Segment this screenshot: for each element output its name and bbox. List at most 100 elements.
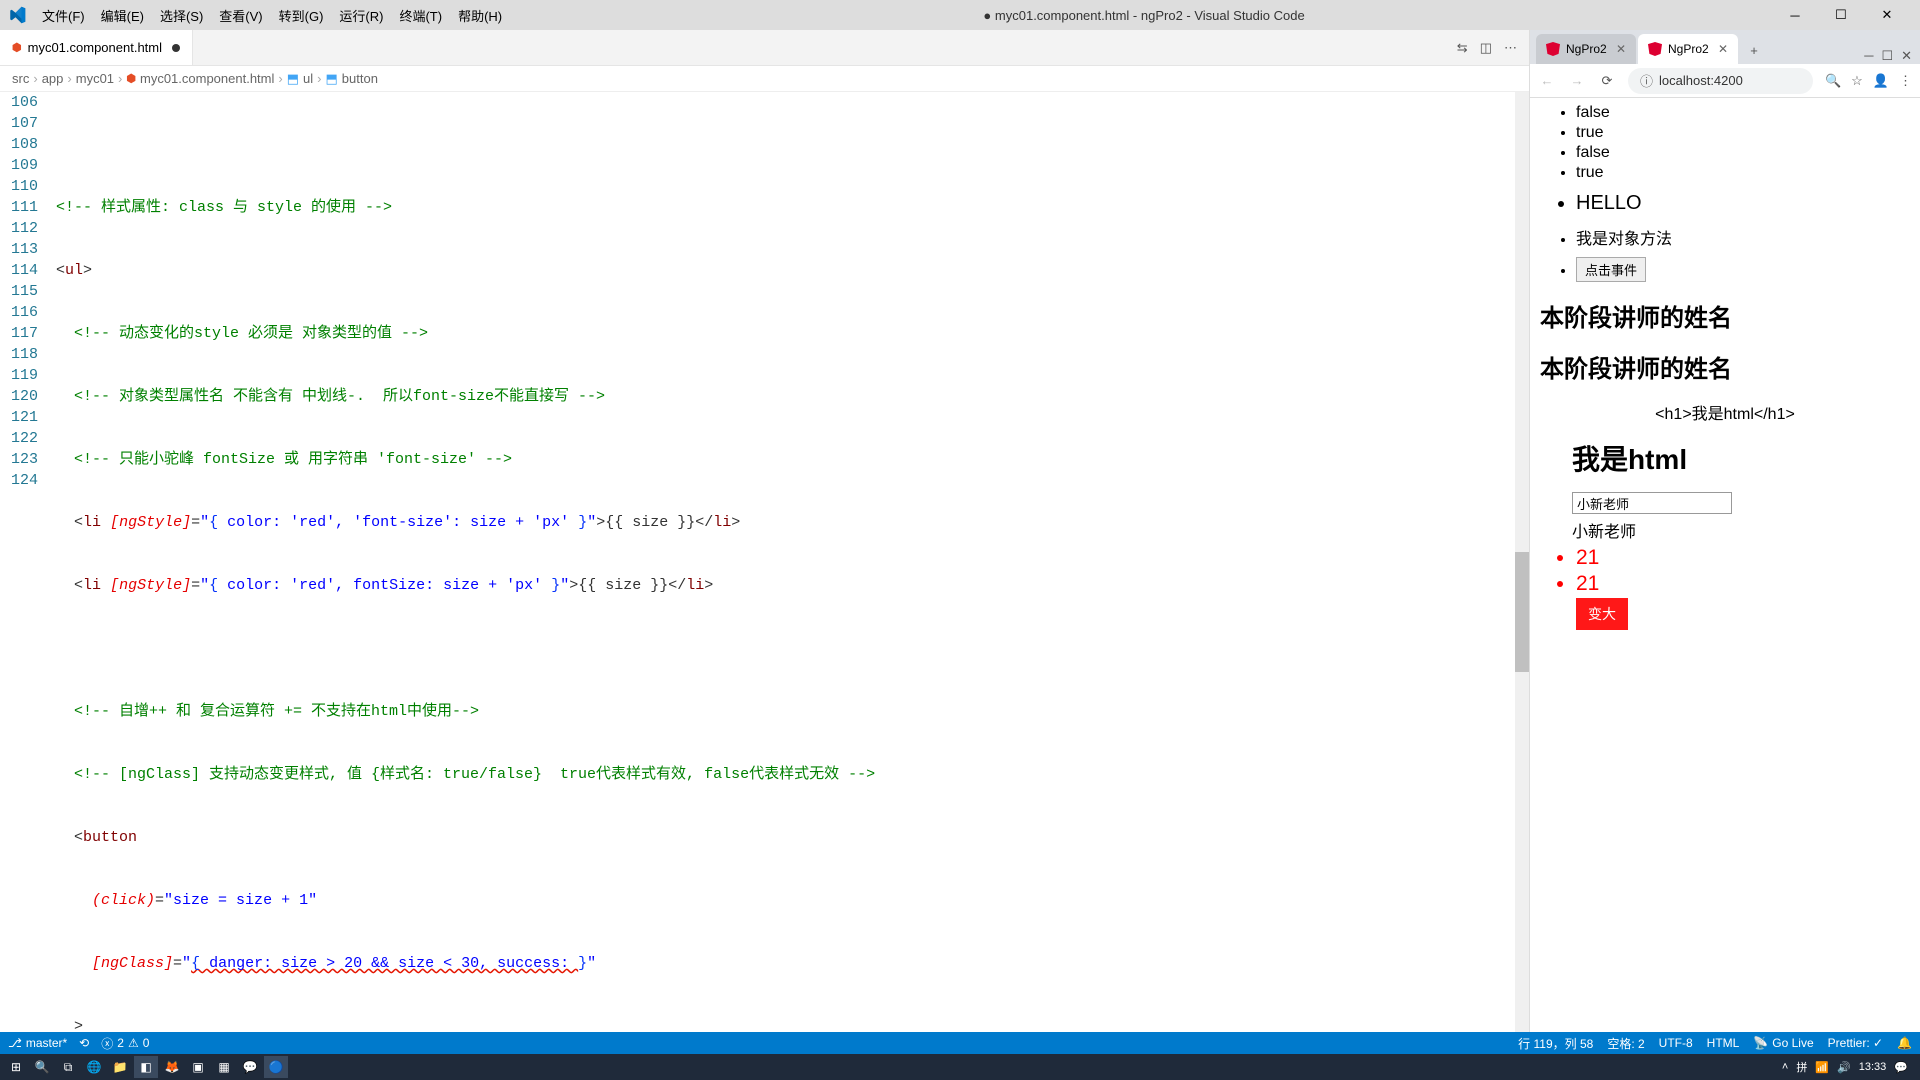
editor-tab-myc01[interactable]: ⬢ myc01.component.html [0,30,193,65]
profile-icon[interactable]: 👤 [1873,73,1889,89]
browser-tabs: NgPro2 ✕ NgPro2 ✕ + ─ ☐ ✕ [1530,30,1920,64]
info-icon: ⓘ [1640,71,1653,90]
breadcrumb-ul[interactable]: ⬒ul [287,71,313,87]
more-actions-icon[interactable]: ⋯ [1504,40,1517,56]
modified-dot-icon [172,44,180,52]
name-text: 小新老师 [1572,518,1910,542]
menu-terminal[interactable]: 终端(T) [391,2,450,29]
forward-icon[interactable]: → [1568,73,1586,88]
search-icon[interactable]: 🔍 [1825,73,1841,89]
menu-selection[interactable]: 选择(S) [152,2,211,29]
vscode-logo-icon [8,6,26,24]
reload-icon[interactable]: ⟳ [1598,73,1616,89]
big-button[interactable]: 变大 [1576,598,1628,630]
menu-help[interactable]: 帮助(H) [450,2,510,29]
tab-filename: myc01.component.html [28,40,162,55]
click-event-button[interactable]: 点击事件 [1576,257,1646,282]
diff-icon[interactable]: ⇆ [1457,40,1468,56]
wechat-icon[interactable]: 💬 [238,1056,262,1078]
h1-literal-text: <h1>我是html</h1> [1540,400,1910,424]
start-button[interactable]: ⊞ [4,1056,28,1078]
prettier-status[interactable]: Prettier: ✓ [1828,1036,1883,1050]
maximize-button[interactable]: ☐ [1824,3,1858,27]
teacher-heading-1: 本阶段讲师的姓名 [1540,298,1910,333]
breadcrumb-button[interactable]: ⬒button [326,71,378,87]
menu-view[interactable]: 查看(V) [211,2,270,29]
cursor-position[interactable]: 行 119，列 58 [1518,1035,1593,1052]
minimap[interactable] [1515,92,1529,1032]
vscode-taskbar-icon[interactable]: ◧ [134,1056,158,1078]
edge-icon[interactable]: 🌐 [82,1056,106,1078]
git-branch[interactable]: ⎇ master* [8,1036,67,1050]
browser-tab-2[interactable]: NgPro2 ✕ [1638,34,1738,64]
new-tab-button[interactable]: + [1740,36,1768,64]
browser-tab-1[interactable]: NgPro2 ✕ [1536,34,1636,64]
url-text: localhost:4200 [1659,73,1743,88]
menu-icon[interactable]: ⋮ [1899,73,1912,89]
html-file-icon: ⬢ [126,72,136,85]
code-editor[interactable]: 106 107 108 109 110 111 112 113 114 115 … [0,92,1529,1032]
breadcrumb-file[interactable]: ⬢myc01.component.html [126,71,274,86]
menu-run[interactable]: 运行(R) [331,2,391,29]
h1-rendered: 我是html [1572,438,1910,478]
clock[interactable]: 13:33 [1859,1061,1887,1073]
browser-panel: NgPro2 ✕ NgPro2 ✕ + ─ ☐ ✕ ← → ⟳ ⓘ localh… [1530,30,1920,1032]
status-bar: ⎇ master* ⟲ ⓧ 2 ⚠ 0 行 119，列 58 空格: 2 UTF… [0,1032,1920,1054]
browser-minimize[interactable]: ─ [1864,48,1873,64]
tray-chevron-icon[interactable]: ˄ [1782,1061,1788,1073]
indentation[interactable]: 空格: 2 [1607,1035,1644,1052]
name-input[interactable] [1572,492,1732,514]
address-bar[interactable]: ⓘ localhost:4200 [1628,68,1813,94]
tag-icon: ⬒ [326,71,338,87]
code-content[interactable]: <!-- 样式属性: class 与 style 的使用 --> <ul> <!… [56,92,1529,1032]
encoding[interactable]: UTF-8 [1659,1036,1693,1050]
window-controls: ─ ☐ ✕ [1778,3,1912,27]
tag-icon: ⬒ [287,71,299,87]
ime-indicator[interactable]: 拼 [1796,1059,1807,1075]
close-icon[interactable]: ✕ [1616,42,1626,56]
minimize-button[interactable]: ─ [1778,3,1812,27]
list-item: false [1576,144,1910,162]
breadcrumb-app[interactable]: app [42,71,64,86]
task-view-icon[interactable]: ⧉ [56,1056,80,1078]
bool-list: false true false true [1540,104,1910,182]
notification-center-icon[interactable]: 💬 [1894,1061,1908,1074]
size-item: 21 [1576,546,1910,570]
volume-icon[interactable]: 🔊 [1837,1061,1851,1074]
hello-item: HELLO [1576,192,1910,215]
error-count[interactable]: ⓧ 2 ⚠ 0 [101,1035,149,1052]
browser-viewport[interactable]: false true false true HELLO 我是对象方法 点击事件 … [1530,98,1920,1032]
editor-actions: ⇆ ◫ ⋯ [1457,40,1529,56]
menu-go[interactable]: 转到(G) [271,2,332,29]
angular-icon [1648,42,1662,56]
explorer-icon[interactable]: 📁 [108,1056,132,1078]
minimap-slider[interactable] [1515,552,1529,672]
breadcrumb-myc01[interactable]: myc01 [76,71,114,86]
menu-file[interactable]: 文件(F) [34,2,93,29]
app-icon[interactable]: ▦ [212,1056,236,1078]
size-item: 21 [1576,572,1910,596]
breadcrumb-src[interactable]: src [12,71,29,86]
back-icon[interactable]: ← [1538,73,1556,88]
terminal-icon[interactable]: ▣ [186,1056,210,1078]
sync-icon[interactable]: ⟲ [79,1036,89,1050]
go-live[interactable]: 📡 Go Live [1753,1036,1813,1050]
size-list: 21 21 [1540,546,1910,596]
browser-close[interactable]: ✕ [1901,48,1912,64]
split-editor-icon[interactable]: ◫ [1480,40,1492,56]
menu-edit[interactable]: 编辑(E) [93,2,152,29]
close-button[interactable]: ✕ [1870,3,1904,27]
breadcrumb: src› app› myc01› ⬢myc01.component.html› … [0,66,1529,92]
notifications-icon[interactable]: 🔔 [1897,1036,1912,1050]
close-icon[interactable]: ✕ [1718,42,1728,56]
firefox-icon[interactable]: 🦊 [160,1056,184,1078]
angular-icon [1546,42,1560,56]
language-mode[interactable]: HTML [1707,1036,1740,1050]
obj-method-item: 我是对象方法 [1576,225,1910,249]
star-icon[interactable]: ☆ [1851,73,1863,89]
search-icon[interactable]: 🔍 [30,1056,54,1078]
chrome-icon[interactable]: 🔵 [264,1056,288,1078]
html-file-icon: ⬢ [12,41,22,54]
network-icon[interactable]: 📶 [1815,1061,1829,1074]
browser-maximize[interactable]: ☐ [1881,48,1893,64]
